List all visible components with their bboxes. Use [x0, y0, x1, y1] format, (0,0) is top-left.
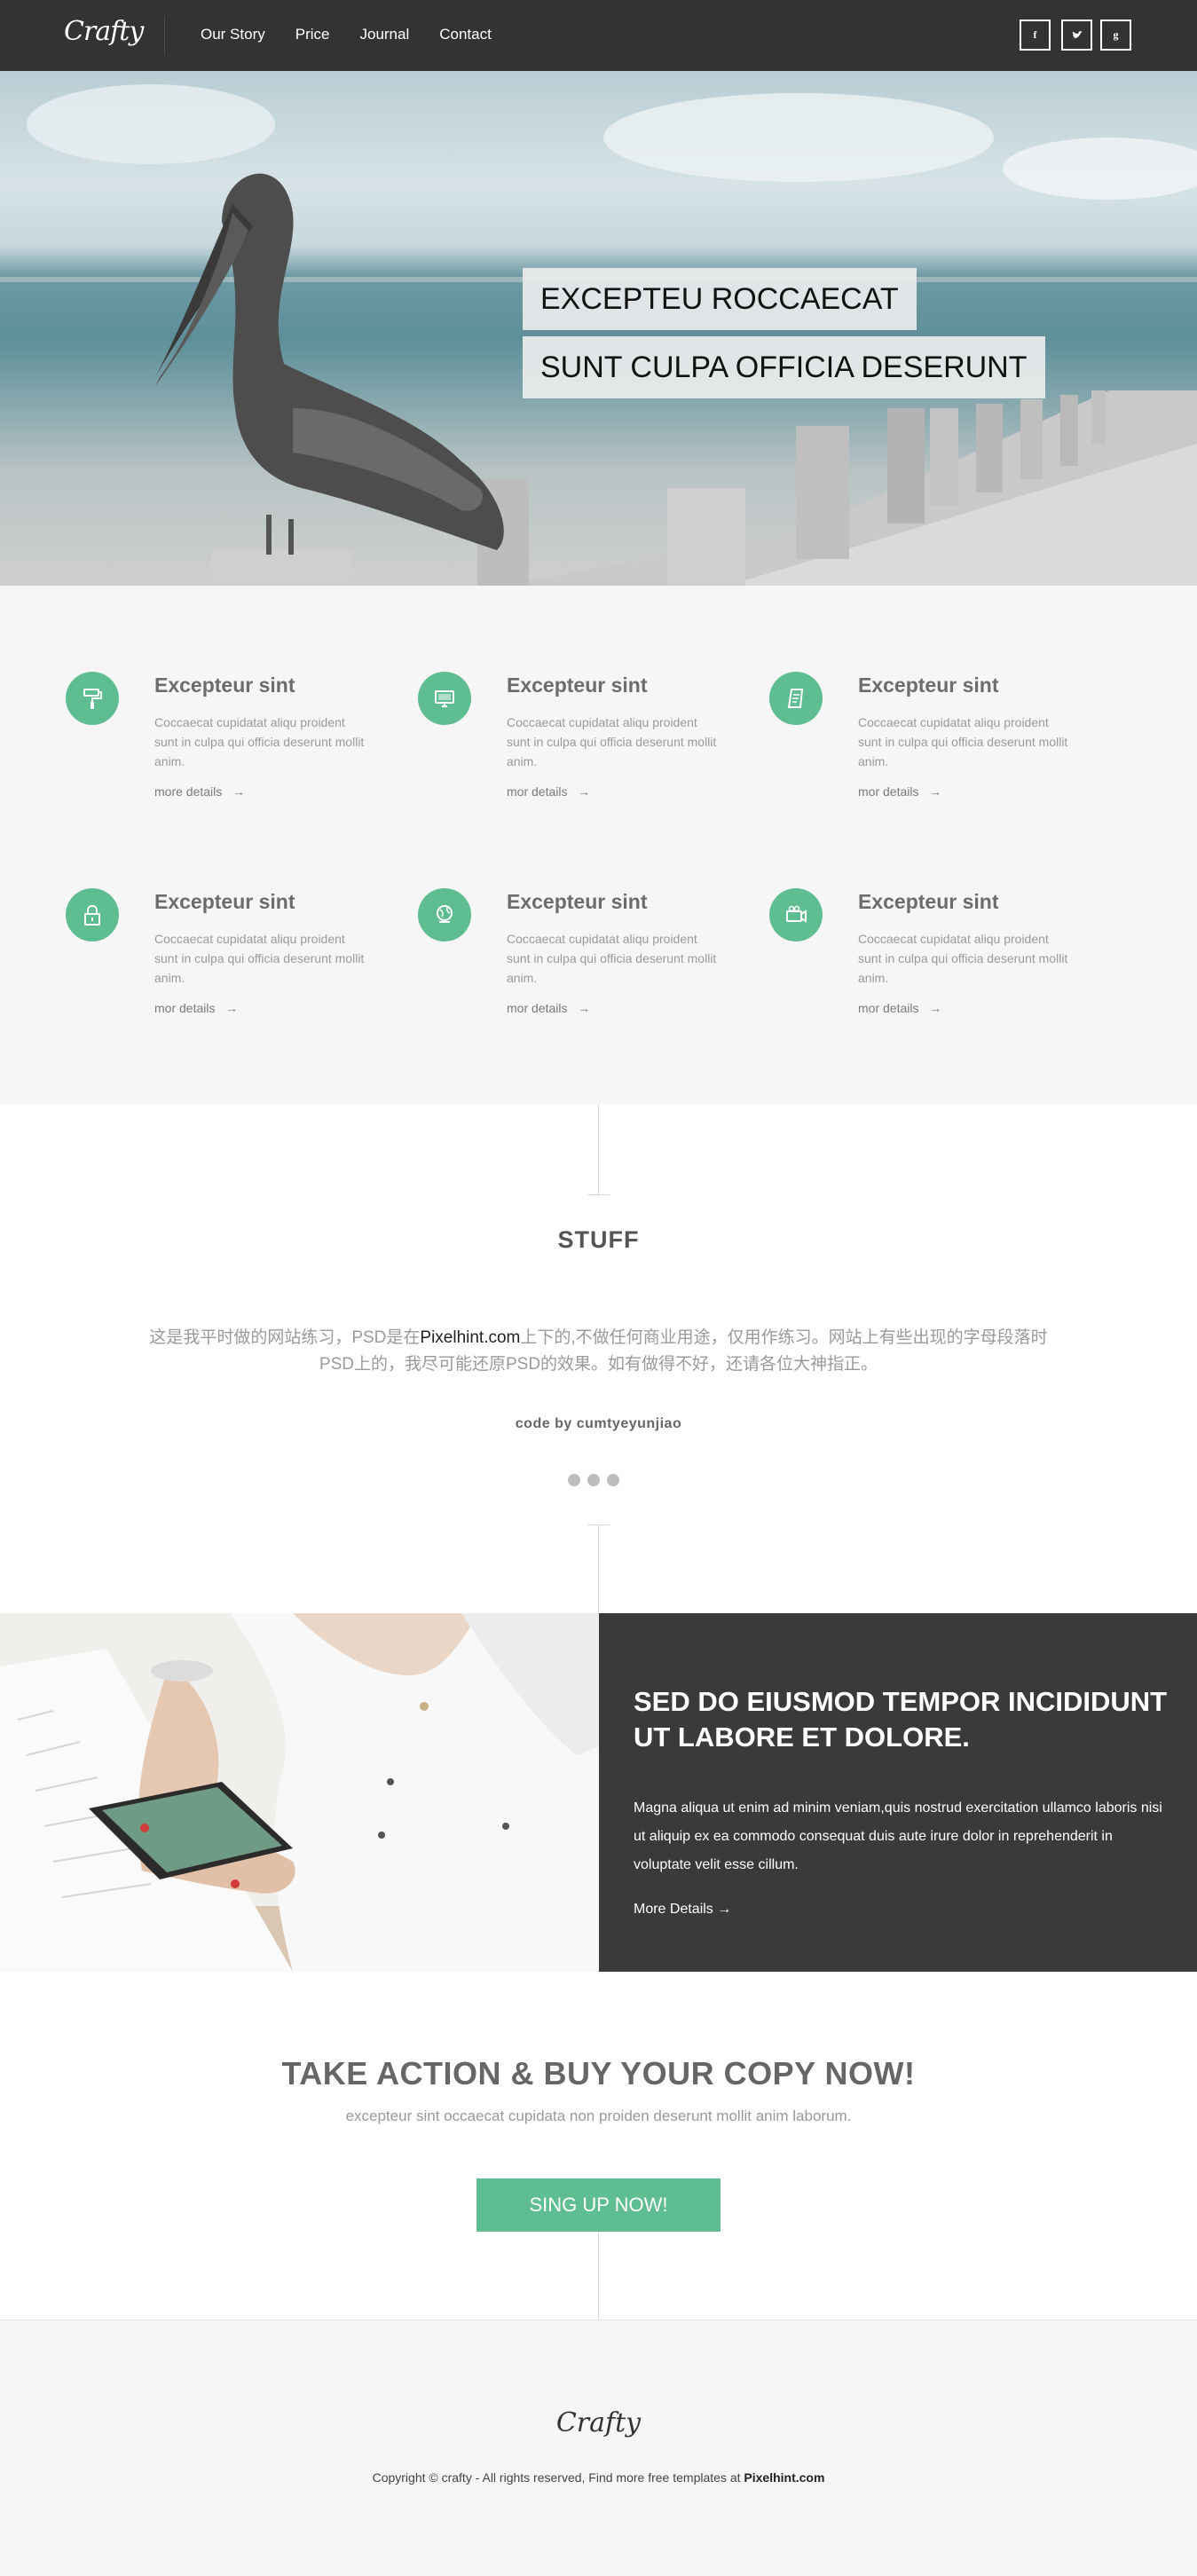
features-section: Excepteur sint Coccaecat cupidatat aliqu… [0, 586, 1197, 1105]
twitter-icon[interactable] [1061, 20, 1092, 51]
nav-links: Our Story Price Journal Contact [201, 26, 522, 43]
section-divider-tick [587, 1194, 610, 1195]
feature-card: Excepteur sint Coccaecat cupidatat aliqu… [66, 888, 403, 1066]
pixelhint-link[interactable]: Pixelhint.com [420, 1328, 520, 1347]
footer-pixelhint-link[interactable]: Pixelhint.com [744, 2470, 824, 2485]
feature-text: Coccaecat cupidatat aliqu proident sunt … [858, 715, 1068, 768]
more-details-link[interactable]: mor details → [507, 1001, 590, 1015]
feature-card: Excepteur sint Coccaecat cupidatat aliqu… [418, 888, 755, 1066]
more-details-link[interactable]: mor details → [154, 1001, 238, 1015]
feature-title: Excepteur sint [858, 890, 999, 913]
feature-card: Excepteur sint Coccaecat cupidatat aliqu… [769, 888, 1106, 1066]
globe-icon [418, 888, 471, 941]
slider-dot[interactable] [607, 1474, 619, 1486]
feature-title: Excepteur sint [507, 890, 648, 913]
slider-dot[interactable] [587, 1474, 600, 1486]
nav-link-journal[interactable]: Journal [359, 26, 409, 43]
facebook-icon[interactable]: f [1020, 20, 1051, 51]
cta-subtitle: excepteur sint occaecat cupidata non pro… [345, 2107, 852, 2124]
more-details-link[interactable]: mor details → [507, 784, 590, 799]
feature-text: Coccaecat cupidatat aliqu proident sunt … [507, 715, 717, 768]
section-divider-line [598, 1105, 599, 1195]
footer: Crafty Copyright © crafty - All rights r… [0, 2320, 1197, 2576]
google-plus-icon[interactable]: g [1100, 20, 1131, 51]
slider-dot[interactable] [568, 1474, 580, 1486]
highlight-text: Magna aliqua ut enim ad minim veniam,qui… [634, 1800, 1162, 1872]
code-credit: code by cumtyeyunjiao [515, 1416, 682, 1431]
paint-roller-icon [66, 672, 119, 725]
hero-banner: EXCEPTEU ROCCAECAT SUNT CULPA OFFICIA DE… [0, 71, 1197, 586]
feature-title: Excepteur sint [154, 674, 295, 697]
document-icon [769, 672, 823, 725]
feature-card: Excepteur sint Coccaecat cupidatat aliqu… [418, 672, 755, 849]
section-divider-tick [587, 1524, 610, 1525]
feature-text: Coccaecat cupidatat aliqu proident sunt … [154, 715, 365, 768]
section-divider-line [598, 2232, 599, 2320]
sign-up-button[interactable]: SING UP NOW! [476, 2178, 721, 2232]
nav-link-contact[interactable]: Contact [439, 26, 492, 43]
more-details-link[interactable]: More Details → [634, 1902, 731, 1918]
top-navbar: Crafty Our Story Price Journal Contact f… [0, 0, 1197, 71]
woman-phone-image [0, 1613, 599, 1972]
page: Crafty Our Story Price Journal Contact f… [0, 0, 1197, 2576]
feature-text: Coccaecat cupidatat aliqu proident sunt … [154, 932, 365, 985]
hero-caption-line1: EXCEPTEU ROCCAECAT [523, 268, 917, 330]
nav-divider [164, 16, 165, 55]
feature-title: Excepteur sint [154, 890, 295, 913]
feature-card: Excepteur sint Coccaecat cupidatat aliqu… [769, 672, 1106, 849]
feature-title: Excepteur sint [858, 674, 999, 697]
more-details-link[interactable]: mor details → [858, 1001, 941, 1015]
feature-card: Excepteur sint Coccaecat cupidatat aliqu… [66, 672, 403, 849]
monitor-icon [418, 672, 471, 725]
feature-highlight-panel: SED DO EIUSMOD TEMPOR INCIDIDUNT UT LABO… [599, 1613, 1197, 1972]
footer-logo[interactable]: Crafty [0, 2407, 1197, 2438]
stuff-text: 这是我平时做的网站练习，PSD是在Pixelhint.com上下的,不做任何商业… [149, 1328, 1048, 1374]
highlight-title: SED DO EIUSMOD TEMPOR INCIDIDUNT UT LABO… [634, 1686, 1168, 1753]
feature-text: Coccaecat cupidatat aliqu proident sunt … [507, 932, 717, 985]
feature-title: Excepteur sint [507, 674, 648, 697]
video-camera-icon [769, 888, 823, 941]
more-details-link[interactable]: more details → [154, 784, 245, 799]
feature-text: Coccaecat cupidatat aliqu proident sunt … [858, 932, 1068, 985]
hero-caption-line2: SUNT CULPA OFFICIA DESERUNT [523, 336, 1045, 398]
logo[interactable]: Crafty [64, 16, 144, 47]
nav-link-our-story[interactable]: Our Story [201, 26, 265, 43]
cta-title: TAKE ACTION & BUY YOUR COPY NOW! [281, 2055, 916, 2092]
more-details-link[interactable]: mor details → [858, 784, 941, 799]
lock-icon [66, 888, 119, 941]
footer-copyright: Copyright © crafty - All rights reserved… [372, 2470, 825, 2485]
nav-link-price[interactable]: Price [295, 26, 330, 43]
section-divider-line [598, 1524, 599, 1613]
stuff-title: STUFF [557, 1226, 640, 1253]
